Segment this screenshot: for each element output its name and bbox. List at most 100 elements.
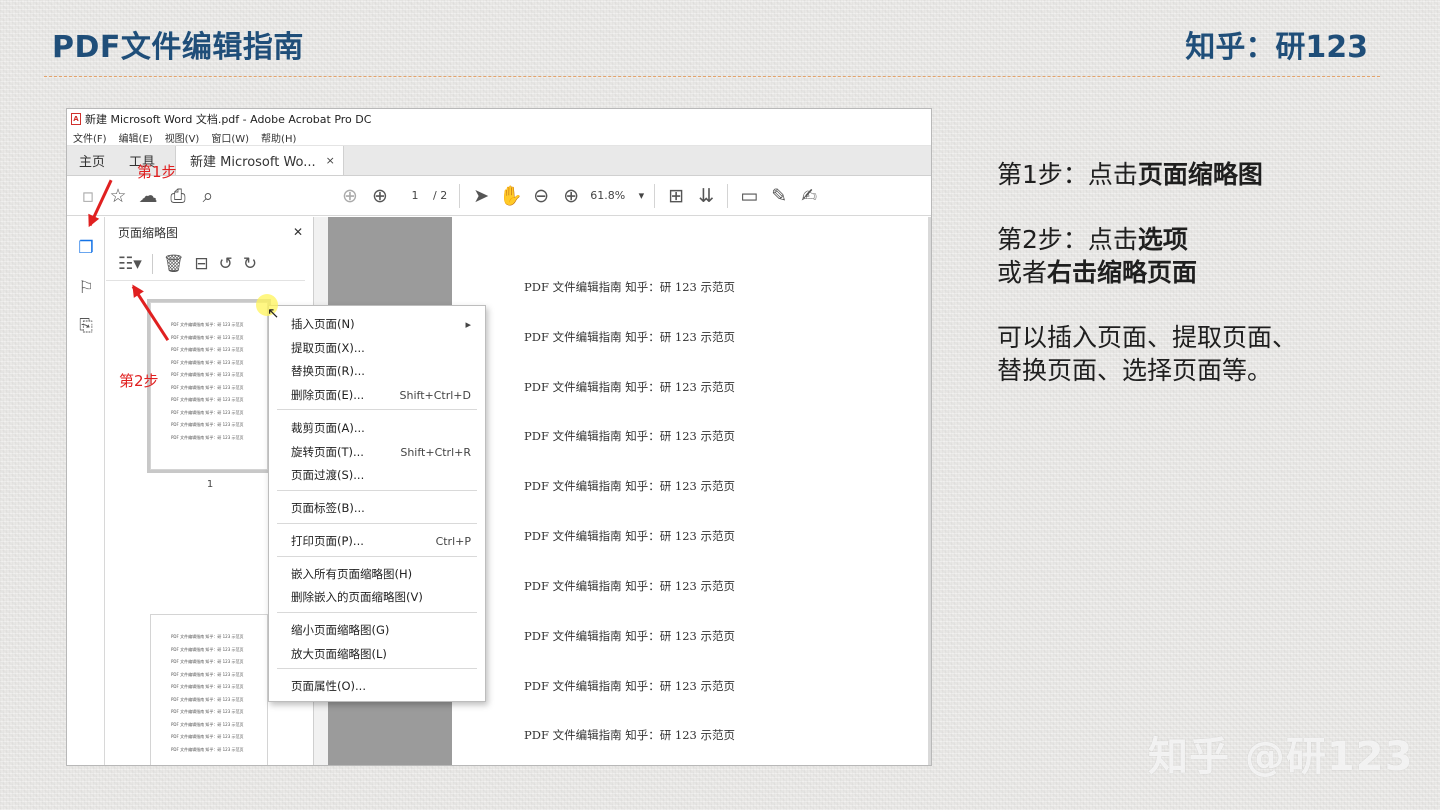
- window-titlebar: A 新建 Microsoft Word 文档.pdf - Adobe Acrob…: [67, 109, 931, 129]
- slide-brand: 知乎：研123: [1185, 30, 1368, 65]
- slide-title: PDF文件编辑指南: [52, 30, 304, 65]
- insert-page-icon[interactable]: ⊟: [194, 254, 208, 274]
- menu-item-label: 页面标签(B)...: [291, 501, 365, 515]
- thumbnail-text-line: PDF 文件编辑指南 知乎：研 123 示范页: [171, 434, 244, 440]
- tab-document-label: 新建 Microsoft Wo...: [190, 155, 316, 170]
- page-number-input[interactable]: 1: [401, 186, 429, 206]
- page-thumbnail-1[interactable]: PDF 文件编辑指南 知乎：研 123 示范页 PDF 文件编辑指南 知乎：研 …: [147, 299, 271, 473]
- menu-item-reduce-thumbnails[interactable]: 缩小页面缩略图(G): [269, 619, 485, 641]
- bookmark-icon[interactable]: ⚐: [75, 277, 97, 299]
- tab-close-icon[interactable]: ×: [326, 154, 335, 167]
- main-toolbar: ▫ ☆ ☁ ⎙ ⌕ ⊕ ⊕ 1 / 2 ➤ ✋ ⊖ ⊕ 61.8% ▾ ⊞ ⇊ …: [67, 176, 931, 216]
- page-text-line: PDF 文件编辑指南 知乎：研 123 示范页: [524, 629, 736, 643]
- thumbnail-text-line: PDF 文件编辑指南 知乎：研 123 示范页: [171, 359, 244, 365]
- next-page-icon[interactable]: ⊕: [365, 181, 395, 211]
- page-thumbnail-2[interactable]: PDF 文件编辑指南 知乎：研 123 示范页 PDF 文件编辑指南 知乎：研 …: [150, 614, 268, 765]
- pdf-file-icon: A: [71, 113, 81, 125]
- toolbar-divider: [727, 183, 729, 208]
- note-step2-emphasis: 选项: [1137, 225, 1188, 254]
- page-text-line: PDF 文件编辑指南 知乎：研 123 示范页: [524, 330, 736, 344]
- tab-document[interactable]: 新建 Microsoft Wo... ×: [175, 146, 344, 175]
- menu-item-embed-thumbnails[interactable]: 嵌入所有页面缩略图(H): [269, 563, 485, 585]
- note-step2: 第2步：点击选项 或者右击缩略页面: [997, 223, 1397, 289]
- menu-item-delete-pages[interactable]: 删除页面(E)... Shift+Ctrl+D: [269, 384, 485, 406]
- fit-page-icon[interactable]: ⊞: [661, 181, 691, 211]
- page-total: / 2: [433, 189, 448, 202]
- menu-view[interactable]: 视图(V): [165, 130, 200, 145]
- thumbnails-toolbar: ☷▾ 🗑 ⊟ ↺ ↻: [106, 247, 305, 281]
- chevron-down-icon: ▾: [638, 189, 645, 202]
- note-step2-line2-text: 或者: [997, 258, 1048, 287]
- tab-home[interactable]: 主页: [67, 146, 117, 175]
- instruction-notes: 第1步：点击页面缩略图 第2步：点击选项 或者右击缩略页面 可以插入页面、提取页…: [997, 158, 1397, 419]
- thumbnail-text-line: PDF 文件编辑指南 知乎：研 123 示范页: [171, 422, 244, 427]
- menu-file[interactable]: 文件(F): [73, 130, 107, 145]
- menu-help[interactable]: 帮助(H): [261, 130, 296, 145]
- title-divider: [44, 76, 1380, 77]
- menu-item-page-transitions[interactable]: 页面过渡(S)...: [269, 464, 485, 486]
- zoom-in-icon[interactable]: ⊕: [556, 181, 586, 211]
- window-title: 新建 Microsoft Word 文档.pdf - Adobe Acrobat…: [85, 113, 372, 126]
- zoom-select[interactable]: 61.8% ▾: [586, 189, 648, 202]
- thumbnail-text-line: PDF 文件编辑指南 知乎：研 123 示范页: [171, 696, 244, 702]
- thumbnail-text-line: PDF 文件编辑指南 知乎：研 123 示范页: [171, 397, 244, 402]
- menu-bar: 文件(F) 编辑(E) 视图(V) 窗口(W) 帮助(H): [67, 129, 931, 146]
- page-text-line: PDF 文件编辑指南 知乎：研 123 示范页: [524, 280, 736, 294]
- close-icon[interactable]: ✕: [293, 225, 303, 239]
- print-icon[interactable]: ⎙: [163, 181, 193, 211]
- menu-item-replace-pages[interactable]: 替换页面(R)...: [269, 360, 485, 382]
- mouse-pointer-icon: ↖: [267, 304, 280, 322]
- zoom-value: 61.8%: [590, 189, 626, 202]
- zoom-out-icon[interactable]: ⊖: [526, 181, 556, 211]
- select-arrow-icon[interactable]: ➤: [466, 181, 496, 211]
- thumbnail-text-line: PDF 文件编辑指南 知乎：研 123 示范页: [171, 322, 244, 327]
- menu-item-page-labels[interactable]: 页面标签(B)...: [269, 497, 485, 519]
- menu-item-extract-pages[interactable]: 提取页面(X)...: [269, 337, 485, 359]
- menu-item-enlarge-thumbnails[interactable]: 放大页面缩略图(L): [269, 643, 485, 665]
- search-icon[interactable]: ⌕: [193, 181, 223, 211]
- menu-window[interactable]: 窗口(W): [211, 130, 249, 145]
- rotate-right-icon[interactable]: ↻: [243, 254, 257, 274]
- thumbnail-text-line: PDF 文件编辑指南 知乎：研 123 示范页: [171, 334, 244, 340]
- attachment-icon[interactable]: ⎘: [75, 315, 97, 337]
- tab-bar: 主页 工具 新建 Microsoft Wo... ×: [67, 146, 931, 176]
- scroll-mode-icon[interactable]: ⇊: [691, 181, 721, 211]
- menu-separator: [277, 523, 477, 524]
- menu-separator: [277, 409, 477, 410]
- trash-icon[interactable]: 🗑: [163, 254, 185, 274]
- thumbnail-text-line: PDF 文件编辑指南 知乎：研 123 示范页: [171, 709, 244, 714]
- menu-item-page-properties[interactable]: 页面属性(O)...: [269, 675, 485, 697]
- page-text-line: PDF 文件编辑指南 知乎：研 123 示范页: [524, 728, 736, 742]
- menu-item-label: 缩小页面缩略图(G): [291, 623, 390, 637]
- menu-item-shortcut: Shift+Ctrl+D: [399, 388, 471, 402]
- thumbnails-panel-header: 页面缩略图 ✕: [106, 217, 313, 247]
- menu-item-remove-embedded-thumbnails[interactable]: 删除嵌入的页面缩略图(V): [269, 586, 485, 608]
- page-thumbnails-icon[interactable]: ❐: [75, 237, 97, 259]
- menu-item-rotate-pages[interactable]: 旋转页面(T)... Shift+Ctrl+R: [269, 441, 485, 463]
- menu-item-label: 旋转页面(T)...: [291, 445, 364, 459]
- hand-tool-icon[interactable]: ✋: [496, 181, 526, 211]
- thumbnail-text-line: PDF 文件编辑指南 知乎：研 123 示范页: [171, 671, 244, 677]
- menu-item-crop-pages[interactable]: 裁剪页面(A)...: [269, 417, 485, 439]
- options-menu-icon[interactable]: ☷▾: [118, 254, 142, 274]
- thumbnail-context-menu: 插入页面(N) ▸ 提取页面(X)... 替换页面(R)... 删除页面(E)..…: [268, 305, 486, 702]
- highlight-icon[interactable]: ✎: [764, 181, 794, 211]
- rotate-left-icon[interactable]: ↺: [219, 254, 233, 274]
- note-step2-line2-emphasis: 右击缩略页面: [1047, 258, 1198, 287]
- prev-page-icon[interactable]: ⊕: [335, 181, 365, 211]
- thumbnail-text-line: PDF 文件编辑指南 知乎：研 123 示范页: [171, 659, 244, 664]
- annotation-step1: 第1步: [137, 163, 177, 181]
- menu-item-print-pages[interactable]: 打印页面(P)... Ctrl+P: [269, 530, 485, 552]
- menu-item-insert-pages[interactable]: 插入页面(N) ▸: [269, 313, 485, 335]
- thumbnails-panel-title: 页面缩略图: [118, 225, 179, 240]
- sign-icon[interactable]: ✍: [794, 181, 824, 211]
- menu-item-shortcut: Shift+Ctrl+R: [400, 445, 471, 459]
- comment-icon[interactable]: ▭: [734, 181, 764, 211]
- vertical-scrollbar[interactable]: [928, 217, 931, 765]
- left-navigation-rail: ❐ ⚐ ⎘: [67, 217, 105, 765]
- toolbar-divider: [151, 253, 153, 274]
- menu-edit[interactable]: 编辑(E): [119, 130, 153, 145]
- cloud-upload-icon[interactable]: ☁: [133, 181, 163, 211]
- submenu-arrow-icon: ▸: [465, 317, 471, 331]
- menu-item-label: 页面过渡(S)...: [291, 468, 365, 482]
